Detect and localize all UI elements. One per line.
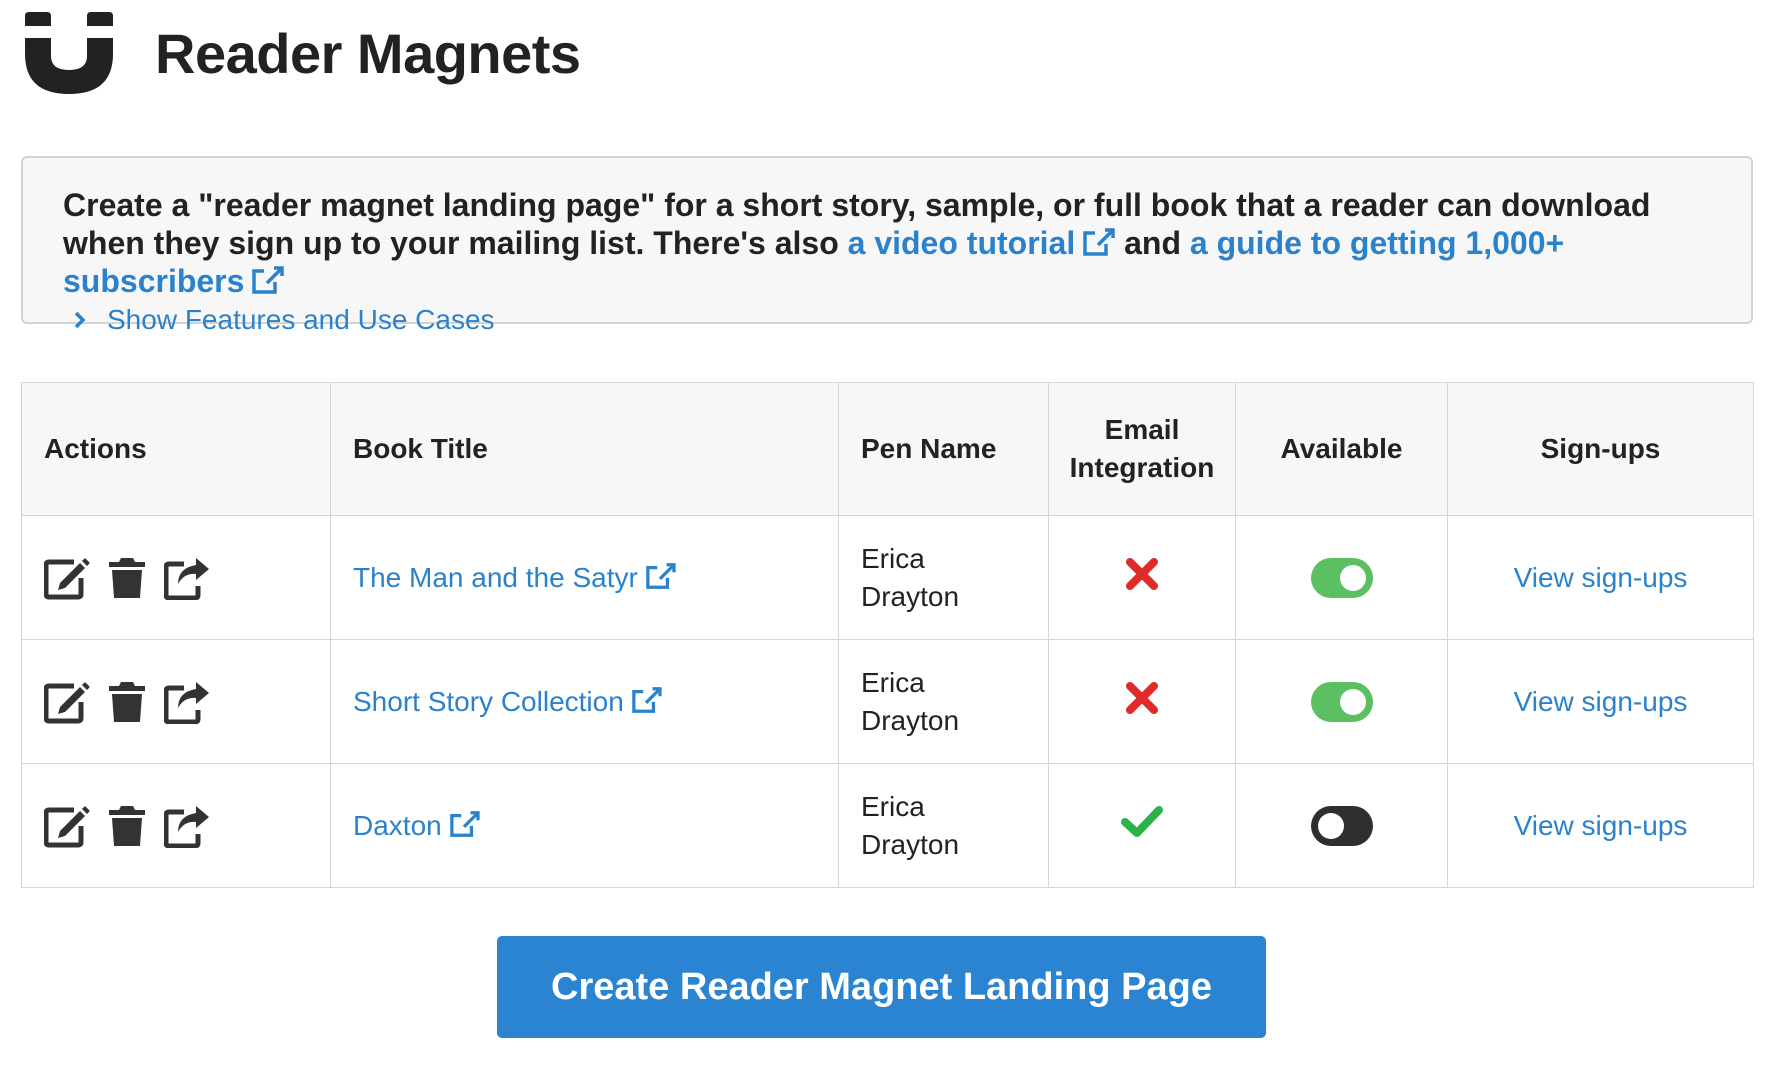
check-icon <box>1121 806 1163 837</box>
email-header-line1: Email <box>1104 414 1180 445</box>
book-title-cell: Daxton <box>330 763 839 888</box>
trash-icon[interactable] <box>104 680 150 724</box>
book-title-cell: The Man and the Satyr <box>330 515 839 640</box>
external-link-icon <box>1083 228 1115 256</box>
edit-icon[interactable] <box>44 804 90 848</box>
pen-name-first: Erica <box>861 542 925 574</box>
toggle-knob <box>1339 564 1366 591</box>
actions-cell <box>21 763 331 888</box>
cross-icon <box>1126 682 1158 714</box>
view-signups-link[interactable]: View sign-ups <box>1514 562 1688 593</box>
email-integration-cell <box>1048 763 1236 888</box>
and-text: and <box>1115 225 1190 261</box>
available-toggle[interactable] <box>1310 557 1373 598</box>
edit-icon[interactable] <box>44 556 90 600</box>
email-integration-cell <box>1048 515 1236 640</box>
column-header-email-integration: Email Integration <box>1048 382 1236 516</box>
reader-magnets-table: Actions Book Title Pen Name Email Integra… <box>21 382 1754 888</box>
actions-cell <box>21 515 331 640</box>
book-title-cell: Short Story Collection <box>330 639 839 764</box>
pen-name-last: Drayton <box>861 580 960 612</box>
show-features-label: Show Features and Use Cases <box>107 304 495 335</box>
info-description: Create a "reader magnet landing page" fo… <box>63 186 1715 300</box>
email-header-line2: Integration <box>1069 452 1215 483</box>
pen-name-last: Drayton <box>861 704 960 736</box>
table-row: Short Story Collection Erica Drayton View… <box>21 639 1754 764</box>
edit-icon[interactable] <box>44 680 90 724</box>
video-tutorial-link[interactable]: a video tutorial <box>848 225 1116 261</box>
trash-icon[interactable] <box>104 556 150 600</box>
column-header-available: Available <box>1235 382 1448 516</box>
pen-name-cell: Erica Drayton <box>838 763 1049 888</box>
book-title-label: Daxton <box>353 809 442 841</box>
available-toggle[interactable] <box>1310 681 1373 722</box>
available-cell <box>1235 763 1448 888</box>
show-features-toggle[interactable]: Show Features and Use Cases <box>73 304 1715 336</box>
external-link-icon <box>252 266 285 294</box>
magnet-icon <box>25 12 113 94</box>
share-icon[interactable] <box>164 556 210 600</box>
signups-cell: View sign-ups <box>1447 763 1754 888</box>
book-title-link[interactable]: Daxton <box>353 810 480 841</box>
pen-name-cell: Erica Drayton <box>838 639 1049 764</box>
share-icon[interactable] <box>164 680 210 724</box>
pen-name-first: Erica <box>861 790 925 822</box>
pen-name-cell: Erica Drayton <box>838 515 1049 640</box>
share-icon[interactable] <box>164 804 210 848</box>
pen-name-last: Drayton <box>861 828 960 860</box>
chevron-right-icon <box>74 311 86 329</box>
column-header-book-title: Book Title <box>330 382 839 516</box>
create-reader-magnet-button[interactable]: Create Reader Magnet Landing Page <box>497 936 1266 1038</box>
book-title-label: The Man and the Satyr <box>353 561 638 593</box>
table-header-row: Actions Book Title Pen Name Email Integra… <box>21 382 1754 516</box>
signups-cell: View sign-ups <box>1447 639 1754 764</box>
book-title-label: Short Story Collection <box>353 685 624 717</box>
column-header-actions: Actions <box>21 382 331 516</box>
external-link-icon <box>449 810 480 837</box>
external-link-icon <box>646 562 676 589</box>
actions-cell <box>21 639 331 764</box>
available-cell <box>1235 515 1448 640</box>
info-panel: Create a "reader magnet landing page" fo… <box>21 156 1753 335</box>
page-header: Reader Magnets <box>25 12 581 94</box>
page-title: Reader Magnets <box>155 21 581 85</box>
signups-cell: View sign-ups <box>1447 515 1754 640</box>
column-header-pen-name: Pen Name <box>838 382 1049 516</box>
column-header-signups: Sign-ups <box>1447 382 1754 516</box>
toggle-knob <box>1317 812 1344 839</box>
cross-icon <box>1126 558 1158 590</box>
book-title-link[interactable]: The Man and the Satyr <box>353 562 676 593</box>
book-title-link[interactable]: Short Story Collection <box>353 686 662 717</box>
view-signups-link[interactable]: View sign-ups <box>1514 810 1688 841</box>
toggle-knob <box>1339 688 1366 715</box>
video-tutorial-label: a video tutorial <box>847 225 1076 261</box>
external-link-icon <box>632 686 662 713</box>
available-cell <box>1235 639 1448 764</box>
email-integration-cell <box>1048 639 1236 764</box>
view-signups-link[interactable]: View sign-ups <box>1514 686 1688 717</box>
table-row: The Man and the Satyr Erica Drayton View … <box>21 515 1754 640</box>
table-row: Daxton Erica Drayton View sign-ups <box>21 763 1754 888</box>
trash-icon[interactable] <box>104 804 150 848</box>
pen-name-first: Erica <box>861 666 925 698</box>
available-toggle[interactable] <box>1310 805 1373 846</box>
